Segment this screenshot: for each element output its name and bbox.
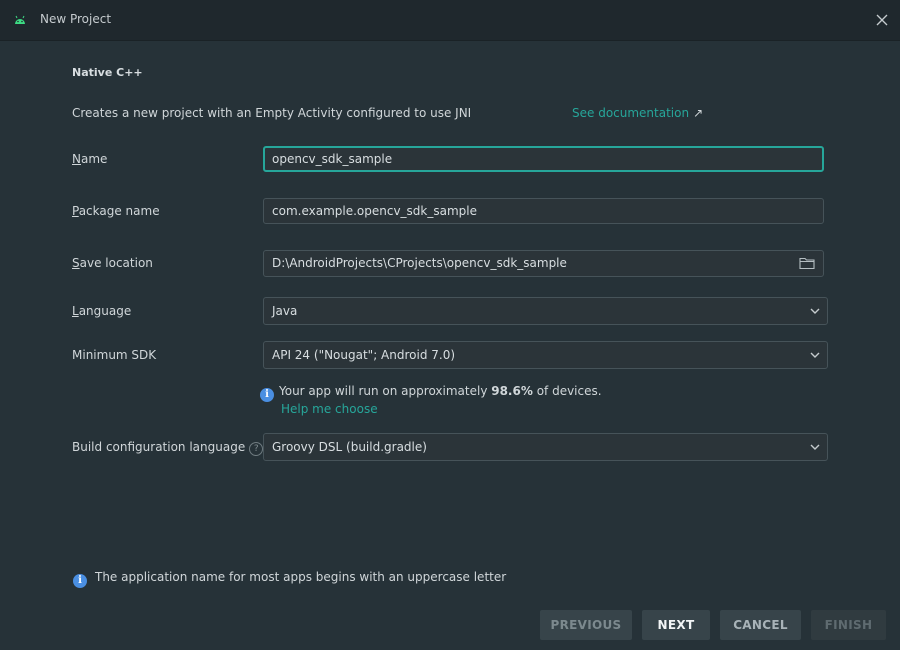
- template-description: Creates a new project with an Empty Acti…: [72, 106, 472, 120]
- build-config-label-text: Build configuration language: [72, 440, 246, 454]
- previous-button[interactable]: PREVIOUS: [540, 610, 632, 640]
- package-name-value: com.example.opencv_sdk_sample: [272, 204, 478, 218]
- name-label-mnemonic: N: [72, 152, 81, 166]
- cancel-button[interactable]: CANCEL: [720, 610, 801, 640]
- minimum-sdk-label: Minimum SDK: [72, 348, 157, 362]
- sdk-coverage-info: i Your app will run on approximately 98.6…: [260, 384, 602, 402]
- language-selected-value: Java: [272, 304, 298, 318]
- language-label-rest: anguage: [78, 304, 132, 318]
- name-input-value: opencv_sdk_sample: [272, 152, 393, 166]
- question-mark-icon[interactable]: ?: [249, 442, 264, 456]
- chevron-down-icon: [810, 444, 820, 450]
- build-config-selected-value: Groovy DSL (build.gradle): [272, 440, 427, 454]
- chevron-down-icon: [810, 352, 820, 358]
- minimum-sdk-selected-value: API 24 ("Nougat"; Android 7.0): [272, 348, 456, 362]
- finish-button[interactable]: FINISH: [811, 610, 886, 640]
- sdk-info-suffix: of devices.: [532, 384, 602, 398]
- help-me-choose-link[interactable]: Help me choose: [281, 402, 378, 416]
- package-label-rest: ackage name: [78, 204, 160, 218]
- language-label-mnemonic: L: [72, 304, 79, 318]
- external-link-arrow-icon: ↗: [693, 106, 704, 120]
- see-documentation-link[interactable]: See documentation ↗: [572, 106, 703, 120]
- info-icon: i: [73, 574, 87, 588]
- language-dropdown[interactable]: Java: [263, 297, 828, 325]
- info-icon: i: [260, 388, 274, 402]
- package-name-input[interactable]: com.example.opencv_sdk_sample: [263, 198, 824, 224]
- title-bar: New Project: [0, 0, 900, 41]
- close-icon[interactable]: [872, 10, 892, 30]
- save-location-label: Save location: [72, 256, 153, 270]
- chevron-down-icon: [810, 308, 820, 314]
- sdk-info-prefix: Your app will run on approximately: [279, 384, 492, 398]
- template-title: Native C++: [72, 66, 143, 79]
- name-label-rest: ame: [80, 152, 108, 166]
- language-label: Language: [72, 304, 131, 318]
- name-label: Name: [72, 152, 107, 166]
- name-input[interactable]: opencv_sdk_sample: [263, 146, 824, 172]
- save-location-input[interactable]: D:\AndroidProjects\CProjects\opencv_sdk_…: [263, 250, 824, 277]
- sdk-coverage-percent: 98.6%: [491, 384, 533, 398]
- save-location-label-mnemonic: S: [72, 256, 80, 270]
- folder-icon[interactable]: [799, 256, 815, 270]
- window-title: New Project: [40, 12, 112, 26]
- see-documentation-label: See documentation: [572, 106, 690, 120]
- next-button[interactable]: NEXT: [642, 610, 710, 640]
- android-icon: [15, 15, 25, 24]
- save-location-value: D:\AndroidProjects\CProjects\opencv_sdk_…: [272, 256, 567, 270]
- new-project-dialog: New Project Native C++ Creates a new pro…: [0, 0, 900, 650]
- validation-hint-text: The application name for most apps begin…: [95, 570, 507, 584]
- validation-hint: i The application name for most apps begi…: [73, 570, 506, 588]
- package-name-label: Package name: [72, 204, 160, 218]
- minimum-sdk-dropdown[interactable]: API 24 ("Nougat"; Android 7.0): [263, 341, 828, 369]
- save-location-label-rest: ave location: [79, 256, 153, 270]
- package-label-mnemonic: P: [72, 204, 79, 218]
- build-config-dropdown[interactable]: Groovy DSL (build.gradle): [263, 433, 828, 461]
- build-config-label: Build configuration language?: [72, 440, 264, 456]
